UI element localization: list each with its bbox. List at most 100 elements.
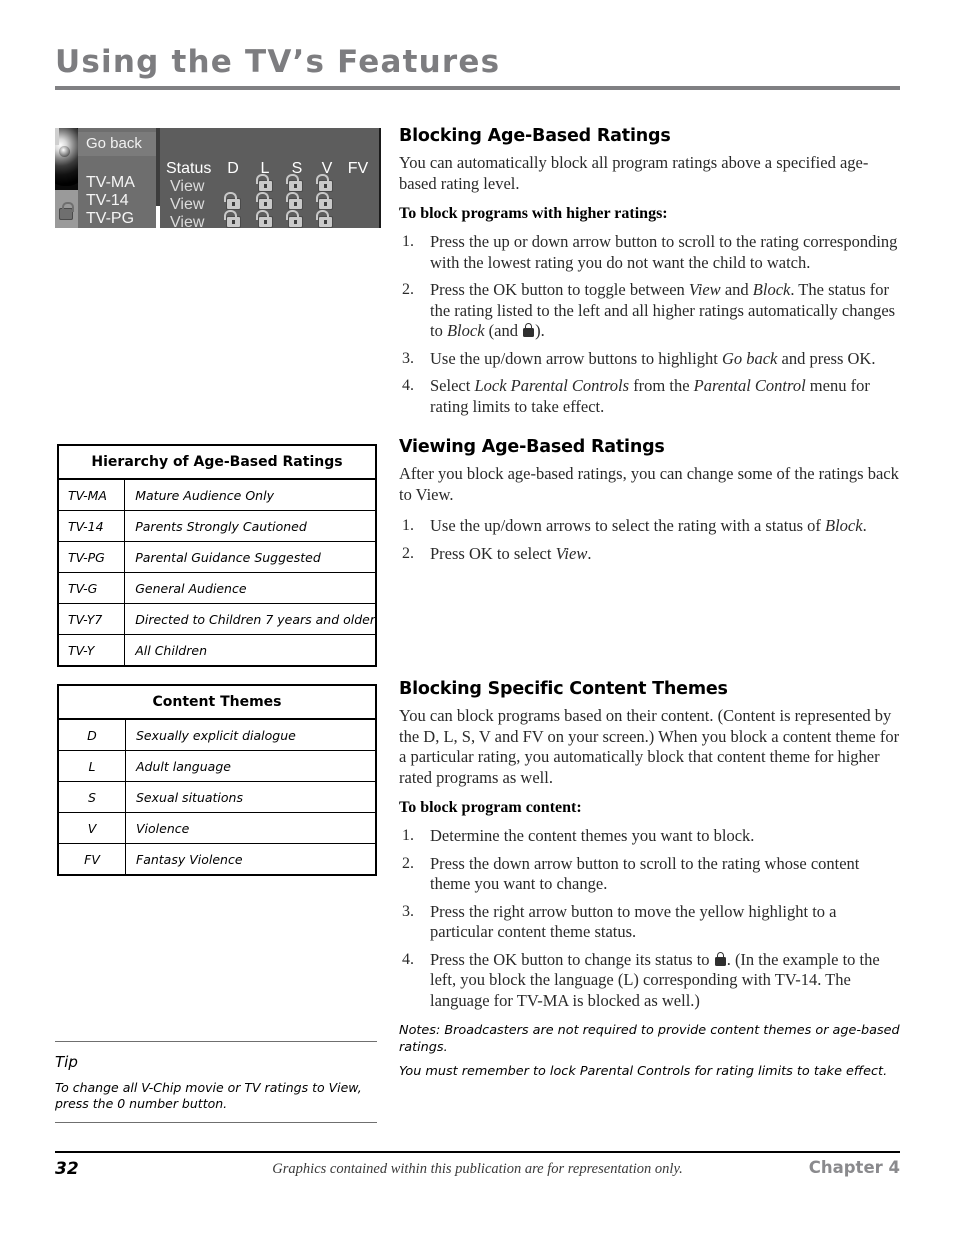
section-heading-content-themes: Blocking Specific Content Themes — [399, 679, 728, 699]
table-row: S Sexual situations — [57, 781, 377, 813]
table-row: L Adult language — [57, 750, 377, 782]
tip-rule-bottom — [55, 1122, 377, 1123]
step-item: 3. Use the up/down arrow buttons to highl… — [399, 349, 900, 370]
step-item: 1. Use the up/down arrows to select the r… — [399, 516, 900, 537]
lock-icon[interactable] — [256, 174, 273, 192]
steps-blocking-age: 1. Press the up or down arrow button to s… — [399, 232, 900, 417]
tv-status-header: Status — [166, 160, 212, 177]
footer-disclaimer: Graphics contained within this publicati… — [272, 1161, 683, 1177]
table-title: Hierarchy of Age-Based Ratings — [57, 444, 377, 480]
step-item: 4. Press the OK button to change its stat… — [399, 950, 900, 1012]
table-cell-description: Mature Audience Only — [124, 478, 377, 511]
table-cell-description: Adult language — [125, 750, 377, 782]
step-number: 1. — [402, 233, 414, 250]
step-number: 4. — [402, 377, 414, 394]
table-cell-description: Violence — [125, 812, 377, 844]
step-item: 1. Determine the content themes you want … — [399, 826, 900, 847]
step-number: 2. — [402, 281, 414, 298]
steps-viewing-age: 1. Use the up/down arrows to select the r… — [399, 516, 900, 564]
section-intro-content-themes: You can block programs based on their co… — [399, 706, 900, 787]
lock-icon[interactable] — [286, 192, 303, 210]
lock-icon[interactable] — [286, 174, 303, 192]
lock-icon[interactable] — [224, 192, 241, 210]
tv-menu-column: Go back TV-MA TV-14 TV-PG — [78, 128, 156, 228]
lock-icon[interactable] — [256, 210, 273, 228]
note-text: Notes: Broadcasters are not required to … — [399, 1023, 900, 1055]
footer-chapter-label: Chapter 4 — [808, 1158, 900, 1177]
tv-rating-label[interactable]: TV-14 — [86, 192, 129, 210]
table-cell-code: L — [57, 750, 126, 782]
table-row: TV-G General Audience — [57, 572, 377, 604]
table-row: TV-PG Parental Guidance Suggested — [57, 541, 377, 573]
run-in-heading-block-content: To block program content: — [399, 799, 582, 816]
step-item: 2. Press the OK button to toggle between … — [399, 280, 900, 342]
section-intro-blocking-age: You can automatically block all program … — [399, 153, 869, 193]
step-text: Determine the content themes you want to… — [430, 826, 755, 845]
lock-icon[interactable] — [224, 210, 241, 228]
step-text: Press the up or down arrow button to scr… — [430, 232, 898, 272]
lock-icon[interactable] — [316, 192, 333, 210]
table-cell-code: TV-Y7 — [57, 603, 126, 635]
step-item: 3. Press the right arrow button to move t… — [399, 902, 900, 943]
table-cell-description: General Audience — [124, 572, 377, 604]
tip-text: To change all V-Chip movie or TV ratings… — [55, 1080, 362, 1111]
table-row: TV-Y All Children — [57, 634, 377, 667]
step-number: 2. — [402, 544, 414, 562]
tip-block: Tip To change all V-Chip movie or TV rat… — [55, 1041, 377, 1123]
step-number: 3. — [402, 902, 414, 920]
table-row: TV-14 Parents Strongly Cautioned — [57, 510, 377, 542]
lock-icon[interactable] — [286, 210, 303, 228]
step-item: 4. Select Lock Parental Controls from the… — [399, 376, 900, 417]
tv-rating-label[interactable]: TV-PG — [86, 210, 134, 228]
table-cell-description: Fantasy Violence — [125, 843, 377, 876]
table-cell-code: TV-G — [57, 572, 126, 604]
step-number: 1. — [402, 827, 414, 844]
hierarchy-table: Hierarchy of Age-Based Ratings TV-MA Matu… — [57, 444, 377, 667]
hierarchy-table-body: TV-MA Mature Audience Only TV-14 Parents St… — [57, 478, 377, 667]
table-cell-code: V — [57, 812, 126, 844]
main-content-column: Blocking Age-Based Ratings You can autom… — [399, 126, 900, 1089]
tv-go-back-label: Go back — [86, 135, 142, 152]
table-cell-code: D — [57, 718, 126, 751]
step-number: 2. — [402, 854, 414, 872]
lock-icon — [59, 202, 74, 220]
tv-ratings-grid: Status D L S V FV View View View — [160, 128, 377, 228]
table-row: TV-MA Mature Audience Only — [57, 478, 377, 511]
table-row: V Violence — [57, 812, 377, 844]
table-cell-code: TV-PG — [57, 541, 126, 573]
tv-status-value[interactable]: View — [170, 214, 204, 228]
table-cell-description: Sexually explicit dialogue — [125, 718, 377, 751]
table-row: FV Fantasy Violence — [57, 843, 377, 876]
step-text: Use the up/down arrow buttons to highlig… — [430, 348, 876, 368]
table-cell-code: TV-Y — [57, 634, 126, 667]
tv-column-header-d: D — [227, 160, 239, 177]
run-in-heading-block-higher: To block programs with higher ratings: — [399, 205, 668, 222]
step-number: 4. — [402, 950, 414, 968]
content-themes-table-body: D Sexually explicit dialogue L Adult langua… — [57, 718, 377, 876]
table-cell-description: Directed to Children 7 years and older — [124, 603, 377, 635]
table-cell-description: Parental Guidance Suggested — [124, 541, 377, 573]
step-text: Press OK to select View. — [430, 543, 592, 563]
tv-status-value[interactable]: View — [170, 178, 204, 196]
section-heading-viewing-age: Viewing Age-Based Ratings — [399, 437, 665, 457]
lock-icon[interactable] — [316, 174, 333, 192]
table-title: Content Themes — [57, 684, 377, 720]
note-text: You must remember to lock Parental Contr… — [399, 1064, 888, 1079]
tv-screen-graphic: Go back TV-MA TV-14 TV-PG Status D L S V… — [55, 128, 381, 228]
table-cell-code: FV — [57, 843, 126, 876]
tv-rating-label[interactable]: TV-MA — [86, 174, 135, 192]
step-item: 1. Press the up or down arrow button to s… — [399, 232, 900, 273]
step-item: 2. Press the down arrow button to scroll … — [399, 854, 900, 895]
notes-block: Notes: Broadcasters are not required to … — [399, 1023, 900, 1081]
step-number: 1. — [402, 517, 414, 534]
lock-icon[interactable] — [316, 210, 333, 228]
table-cell-code: TV-MA — [57, 478, 126, 511]
table-row: TV-Y7 Directed to Children 7 years and ol… — [57, 603, 377, 635]
tv-column-header-fv: FV — [347, 160, 369, 177]
document-page: Using the TV’s Features Go back TV-MA TV… — [0, 0, 954, 1235]
step-number: 3. — [402, 349, 414, 367]
lock-icon[interactable] — [256, 192, 273, 210]
tv-status-value[interactable]: View — [170, 196, 204, 214]
table-cell-description: Sexual situations — [125, 781, 377, 813]
page-title: Using the TV’s Features — [55, 44, 501, 80]
